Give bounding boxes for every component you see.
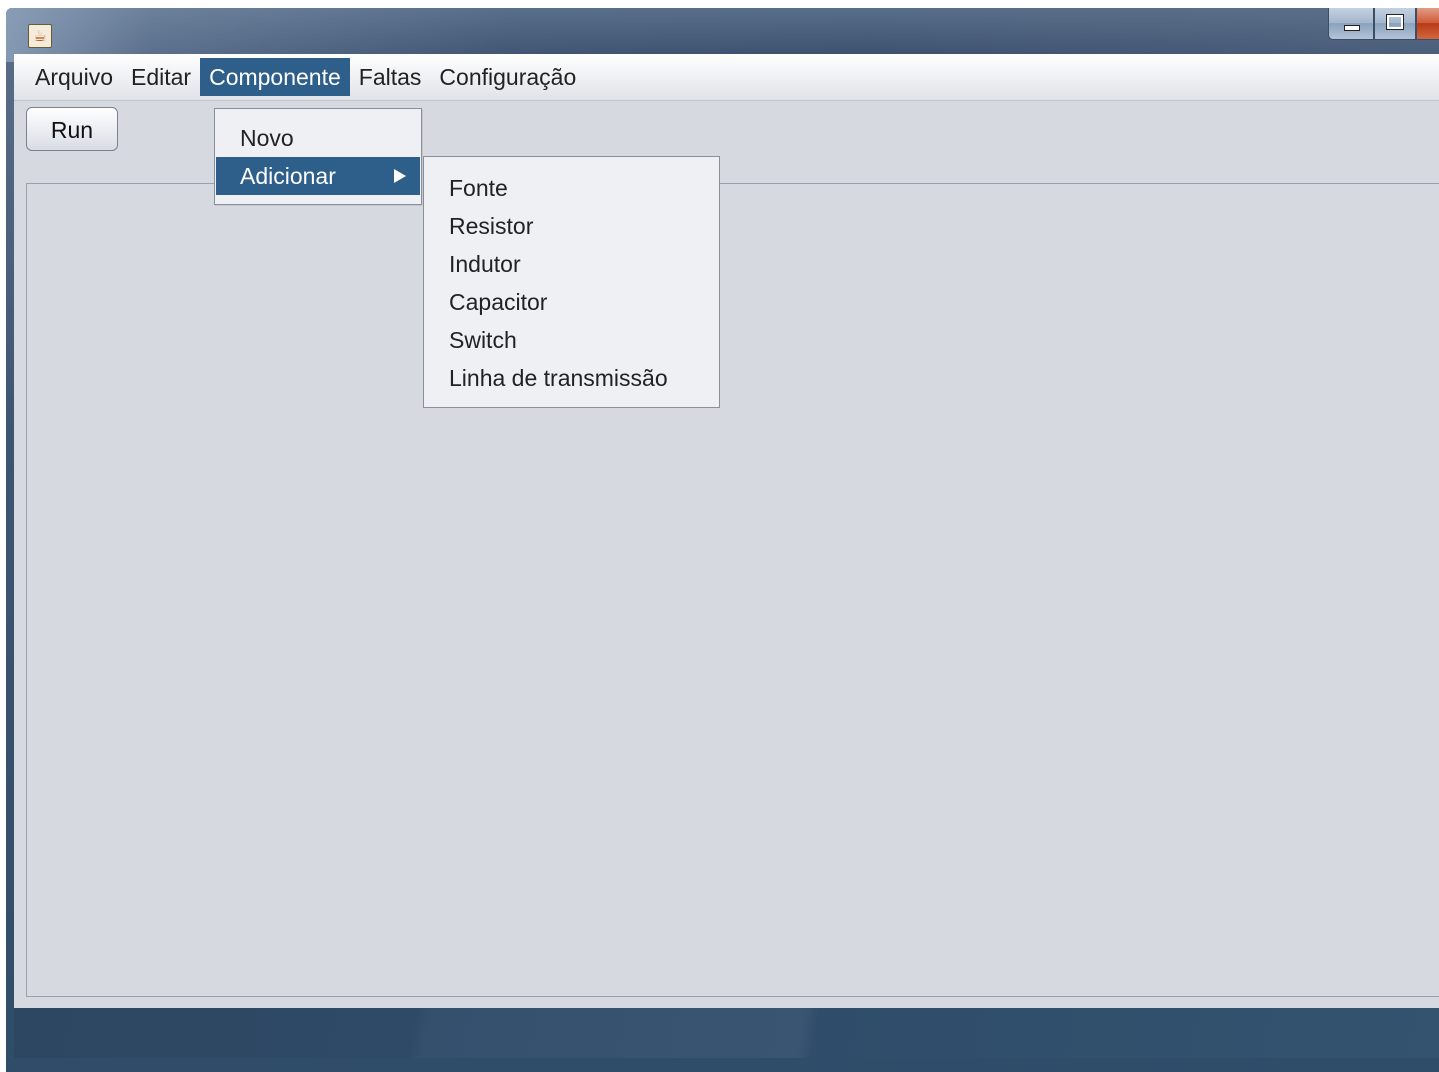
minimize-icon	[1344, 25, 1360, 31]
submenu-item-linha-de-transmissao[interactable]: Linha de transmissão	[425, 359, 718, 397]
submenu-item-fonte[interactable]: Fonte	[425, 169, 718, 207]
menu-configuracao[interactable]: Configuração	[430, 58, 585, 96]
run-button[interactable]: Run	[26, 107, 118, 151]
menu-item-adicionar-label: Adicionar	[240, 163, 336, 189]
menu-item-novo[interactable]: Novo	[216, 119, 420, 157]
submenu-item-capacitor[interactable]: Capacitor	[425, 283, 718, 321]
submenu-item-indutor[interactable]: Indutor	[425, 245, 718, 283]
menu-componente[interactable]: Componente	[200, 58, 350, 96]
window-bottom-frame	[14, 1008, 1439, 1058]
close-button[interactable]	[1416, 8, 1439, 40]
minimize-button[interactable]	[1328, 8, 1374, 40]
window-controls	[1328, 8, 1439, 43]
submenu-arrow-icon	[394, 169, 406, 183]
maximize-icon	[1386, 14, 1404, 30]
menu-editar[interactable]: Editar	[122, 58, 200, 96]
componente-dropdown: Novo Adicionar	[214, 108, 422, 205]
submenu-item-switch[interactable]: Switch	[425, 321, 718, 359]
circuit-canvas[interactable]	[26, 183, 1439, 997]
menu-bar: Arquivo Editar Componente Faltas Configu…	[14, 54, 1439, 101]
maximize-button[interactable]	[1374, 8, 1416, 40]
adicionar-submenu: Fonte Resistor Indutor Capacitor Switch …	[423, 156, 720, 408]
menu-item-adicionar[interactable]: Adicionar	[216, 157, 420, 195]
menu-faltas[interactable]: Faltas	[350, 58, 431, 96]
submenu-item-resistor[interactable]: Resistor	[425, 207, 718, 245]
java-app-icon[interactable]: ☕	[28, 24, 52, 48]
menu-arquivo[interactable]: Arquivo	[26, 58, 122, 96]
